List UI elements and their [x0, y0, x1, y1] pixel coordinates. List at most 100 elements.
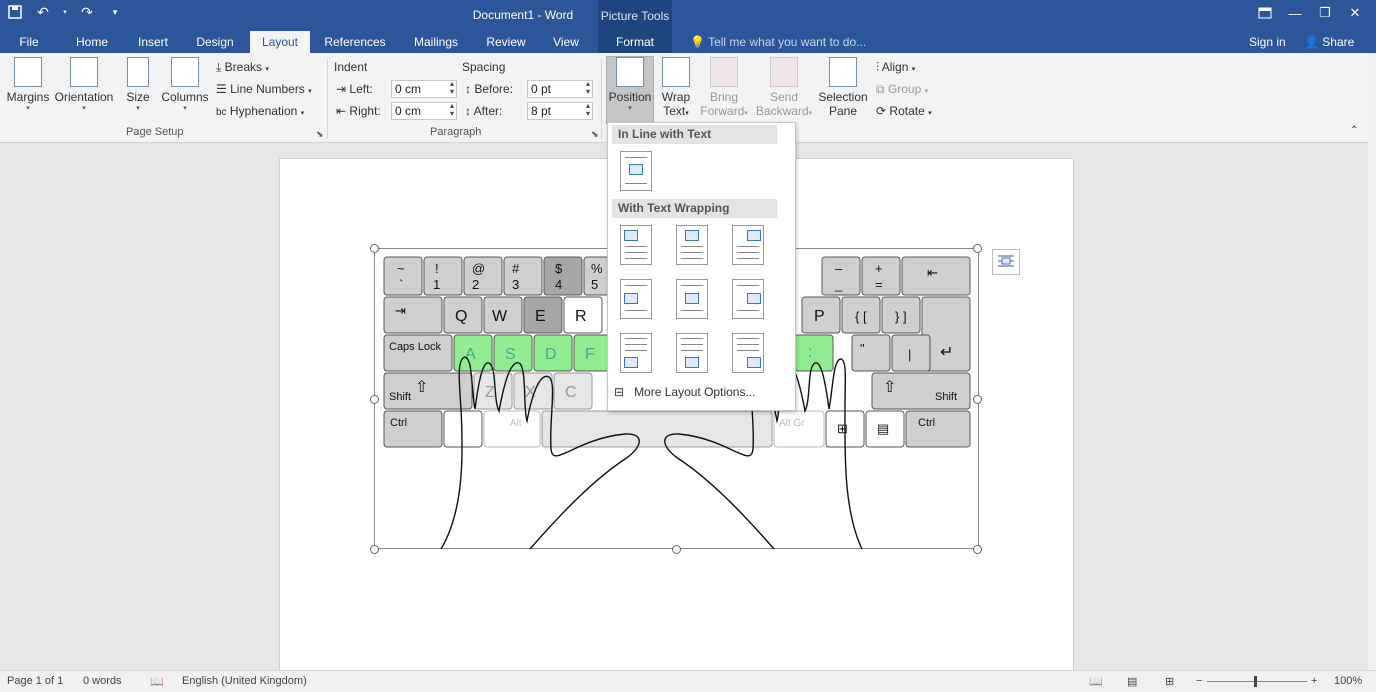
layout-options-icon[interactable]	[992, 249, 1020, 275]
page-count[interactable]: Page 1 of 1	[7, 675, 63, 687]
more-layout-options-item[interactable]: ⊟ More Layout Options...	[614, 383, 755, 401]
sign-in-link[interactable]: Sign in	[1249, 31, 1286, 53]
zoom-out-icon[interactable]: −	[1196, 675, 1202, 687]
close-icon[interactable]: ✕	[1340, 0, 1370, 26]
position-dropdown: In Line with Text With Text Wrapping ⊟ M…	[607, 122, 796, 411]
key-label: !	[435, 261, 439, 276]
key-label: A	[465, 346, 476, 363]
chevron-down-icon: ▾	[924, 88, 929, 95]
position-inline-option[interactable]	[620, 151, 652, 191]
spacing-before-input[interactable]: 0 pt	[527, 80, 593, 98]
rotate-button[interactable]: ⟳ Rotate ▾	[876, 104, 932, 118]
align-button[interactable]: ⫶ Align ▾	[876, 60, 915, 75]
position-top-center-option[interactable]	[676, 225, 708, 265]
tab-layout[interactable]: Layout	[250, 31, 310, 53]
spacing-after-icon: ↕	[465, 104, 471, 118]
resize-handle[interactable]	[973, 244, 982, 253]
key-label: 3	[512, 277, 519, 292]
key-label: %	[591, 261, 603, 276]
position-bottom-left-option[interactable]	[620, 333, 652, 373]
zoom-level[interactable]: 100%	[1334, 675, 1362, 687]
key-label: E	[535, 308, 546, 325]
tab-format[interactable]: Format	[598, 31, 672, 53]
key-label: Alt Gr	[779, 418, 805, 429]
resize-handle[interactable]	[370, 545, 379, 554]
key-label: +	[875, 261, 883, 276]
line-numbers-button[interactable]: ☰ Line Numbers ▾	[216, 82, 312, 96]
send-backward-button[interactable]: Send Backward▾	[754, 57, 814, 118]
spacing-before-icon: ↕	[465, 82, 471, 96]
word-count[interactable]: 0 words	[83, 675, 122, 687]
position-button[interactable]: Position ▾	[606, 57, 654, 112]
read-mode-icon[interactable]: 📖	[1089, 675, 1103, 688]
tab-references[interactable]: References	[320, 31, 390, 53]
minimize-icon[interactable]: —	[1280, 0, 1310, 26]
position-bottom-center-option[interactable]	[676, 333, 708, 373]
tab-home[interactable]: Home	[68, 31, 116, 53]
spacing-before-label: ↕ Before:	[465, 82, 513, 96]
send-backward-icon	[770, 57, 798, 87]
indent-right-input[interactable]: 0 cm	[391, 102, 457, 120]
page-setup-launcher-icon[interactable]: ⬊	[316, 129, 324, 140]
tab-design[interactable]: Design	[190, 31, 240, 53]
selection-pane-button[interactable]: Selection Pane	[816, 57, 870, 118]
ribbon-display-options-icon[interactable]	[1250, 0, 1280, 26]
web-layout-icon[interactable]: ⊞	[1165, 675, 1174, 688]
key-label: Caps Lock	[389, 341, 441, 353]
position-middle-center-option[interactable]	[676, 279, 708, 319]
tab-review[interactable]: Review	[480, 31, 532, 53]
tab-file[interactable]: File	[10, 31, 48, 53]
resize-handle[interactable]	[973, 395, 982, 404]
breaks-button[interactable]: ⤓ Breaks ▾	[216, 60, 269, 75]
lightbulb-icon: 💡	[690, 35, 705, 49]
key-label: 1	[433, 277, 440, 292]
resize-handle[interactable]	[370, 395, 379, 404]
collapse-ribbon-icon[interactable]: ⌃	[1350, 125, 1358, 136]
restore-icon[interactable]: ❐	[1310, 0, 1340, 26]
bring-forward-button[interactable]: Bring Forward▾	[698, 57, 750, 118]
tab-mailings[interactable]: Mailings	[405, 31, 467, 53]
proofing-icon[interactable]: 📖	[150, 675, 164, 688]
zoom-slider-thumb[interactable]	[1254, 676, 1257, 687]
chevron-down-icon: ▾	[136, 105, 140, 112]
hyphenation-label: Hyphenation	[229, 104, 298, 118]
layout-options-icon: ⊟	[614, 385, 625, 399]
zoom-in-icon[interactable]: +	[1311, 675, 1317, 687]
columns-label: Columns	[161, 90, 209, 104]
resize-handle[interactable]	[370, 244, 379, 253]
position-bottom-right-option[interactable]	[732, 333, 764, 373]
group-label: Group	[887, 82, 922, 96]
print-layout-icon[interactable]: ▤	[1127, 675, 1137, 688]
share-button[interactable]: 👤 Share	[1304, 31, 1354, 53]
orientation-button[interactable]: Orientation ▾	[54, 57, 114, 112]
position-top-left-option[interactable]	[620, 225, 652, 265]
indent-left-input[interactable]: 0 cm	[391, 80, 457, 98]
resize-handle[interactable]	[672, 545, 681, 554]
position-middle-right-option[interactable]	[732, 279, 764, 319]
key-label: P	[814, 308, 825, 325]
wrap-text-icon	[662, 57, 690, 87]
hyphenation-button[interactable]: bc Hyphenation ▾	[216, 104, 304, 118]
vertical-scrollbar[interactable]	[1368, 53, 1376, 670]
position-top-right-option[interactable]	[732, 225, 764, 265]
margins-button[interactable]: Margins ▾	[6, 57, 50, 112]
with-text-wrapping-header: With Text Wrapping	[612, 199, 777, 218]
selection-pane-label-2: Pane	[828, 104, 858, 118]
zoom-slider[interactable]	[1207, 681, 1307, 682]
size-button[interactable]: Size ▾	[122, 57, 154, 112]
group-button[interactable]: ⧉ Group ▾	[876, 82, 928, 97]
line-numbers-label: Line Numbers	[230, 82, 305, 96]
language-indicator[interactable]: English (United Kingdom)	[182, 675, 307, 687]
tab-view[interactable]: View	[545, 31, 587, 53]
spacing-after-input[interactable]: 8 pt	[527, 102, 593, 120]
hyphenation-icon: bc	[216, 107, 227, 118]
position-middle-left-option[interactable]	[620, 279, 652, 319]
resize-handle[interactable]	[973, 545, 982, 554]
rotate-label: Rotate	[889, 104, 925, 118]
wrap-text-button[interactable]: Wrap Text▾	[658, 57, 694, 118]
tell-me-search[interactable]: 💡 Tell me what you want to do...	[690, 31, 866, 53]
tab-insert[interactable]: Insert	[130, 31, 176, 53]
group-icon: ⧉	[876, 82, 885, 96]
columns-button[interactable]: Columns ▾	[160, 57, 210, 112]
paragraph-launcher-icon[interactable]: ⬊	[591, 129, 599, 140]
